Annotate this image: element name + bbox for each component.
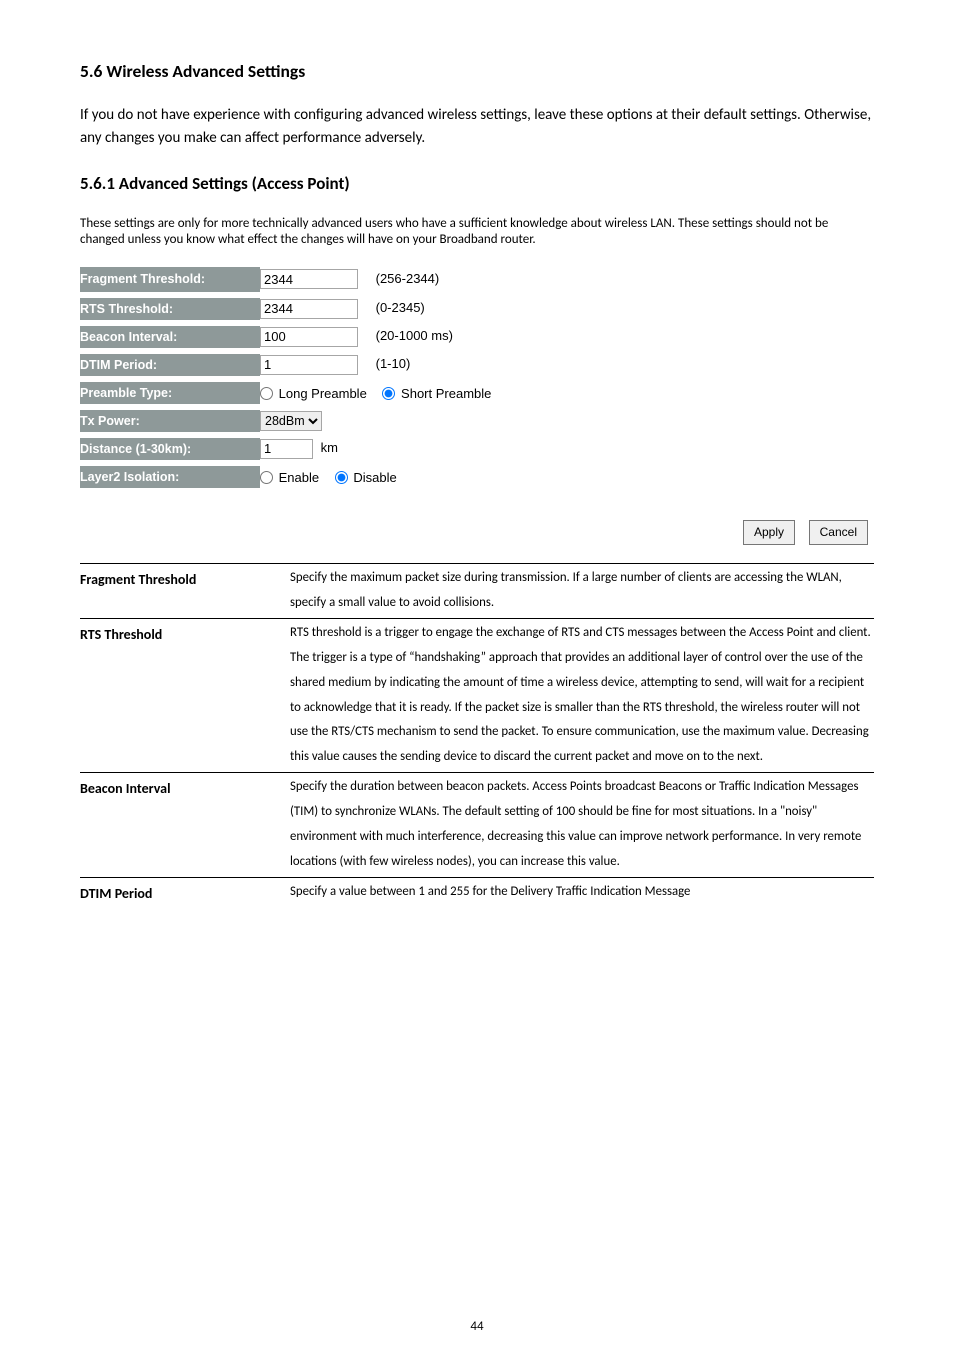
isolation-disable-radio[interactable] <box>335 471 348 484</box>
section-heading: 5.6 Wireless Advanced Settings <box>80 60 874 82</box>
subsection-heading: 5.6.1 Advanced Settings (Access Point) <box>80 173 874 194</box>
desc-fragment-label: Fragment Threshold <box>80 563 290 618</box>
isolation-enable-radio[interactable] <box>260 471 273 484</box>
preamble-long-label: Long Preamble <box>279 386 367 401</box>
cancel-button[interactable]: Cancel <box>809 520 868 545</box>
layer2-isolation-label: Layer2 Isolation: <box>80 463 260 491</box>
warning-note: These settings are only for more technic… <box>80 216 874 249</box>
description-table: Fragment Threshold Specify the maximum p… <box>80 563 874 910</box>
preamble-long-radio[interactable] <box>260 387 273 400</box>
beacon-interval-input[interactable] <box>260 327 358 347</box>
dtim-period-input[interactable] <box>260 355 358 375</box>
rts-threshold-label: RTS Threshold: <box>80 295 260 323</box>
button-row: Apply Cancel <box>80 520 874 545</box>
dtim-period-label: DTIM Period: <box>80 351 260 379</box>
isolation-disable-label: Disable <box>353 470 396 485</box>
fragment-threshold-label: Fragment Threshold: <box>80 267 260 295</box>
fragment-threshold-hint: (256-2344) <box>376 271 440 286</box>
desc-rts-label: RTS Threshold <box>80 618 290 773</box>
beacon-interval-hint: (20-1000 ms) <box>376 328 453 343</box>
apply-button[interactable]: Apply <box>743 520 795 545</box>
dtim-period-hint: (1-10) <box>376 356 411 371</box>
settings-form: Fragment Threshold: (256-2344) RTS Thres… <box>80 267 503 494</box>
desc-rts-text: RTS threshold is a trigger to engage the… <box>290 618 874 773</box>
fragment-threshold-input[interactable] <box>260 269 358 289</box>
distance-input[interactable] <box>260 439 313 459</box>
isolation-enable-label: Enable <box>279 470 319 485</box>
page: 5.6 Wireless Advanced Settings If you do… <box>0 0 954 1350</box>
preamble-type-label: Preamble Type: <box>80 379 260 407</box>
desc-dtim-text: Specify a value between 1 and 255 for th… <box>290 878 874 910</box>
beacon-interval-label: Beacon Interval: <box>80 323 260 351</box>
page-number: 44 <box>0 1319 954 1334</box>
distance-unit: km <box>321 440 338 455</box>
desc-dtim-label: DTIM Period <box>80 878 290 910</box>
intro-paragraph: If you do not have experience with confi… <box>80 104 874 151</box>
desc-beacon-label: Beacon Interval <box>80 773 290 878</box>
tx-power-label: Tx Power: <box>80 407 260 435</box>
tx-power-select[interactable]: 28dBm <box>260 411 322 431</box>
preamble-short-radio[interactable] <box>382 387 395 400</box>
rts-threshold-hint: (0-2345) <box>376 300 425 315</box>
rts-threshold-input[interactable] <box>260 299 358 319</box>
desc-fragment-text: Specify the maximum packet size during t… <box>290 563 874 618</box>
desc-beacon-text: Specify the duration between beacon pack… <box>290 773 874 878</box>
preamble-short-label: Short Preamble <box>401 386 491 401</box>
distance-label: Distance (1-30km): <box>80 435 260 463</box>
